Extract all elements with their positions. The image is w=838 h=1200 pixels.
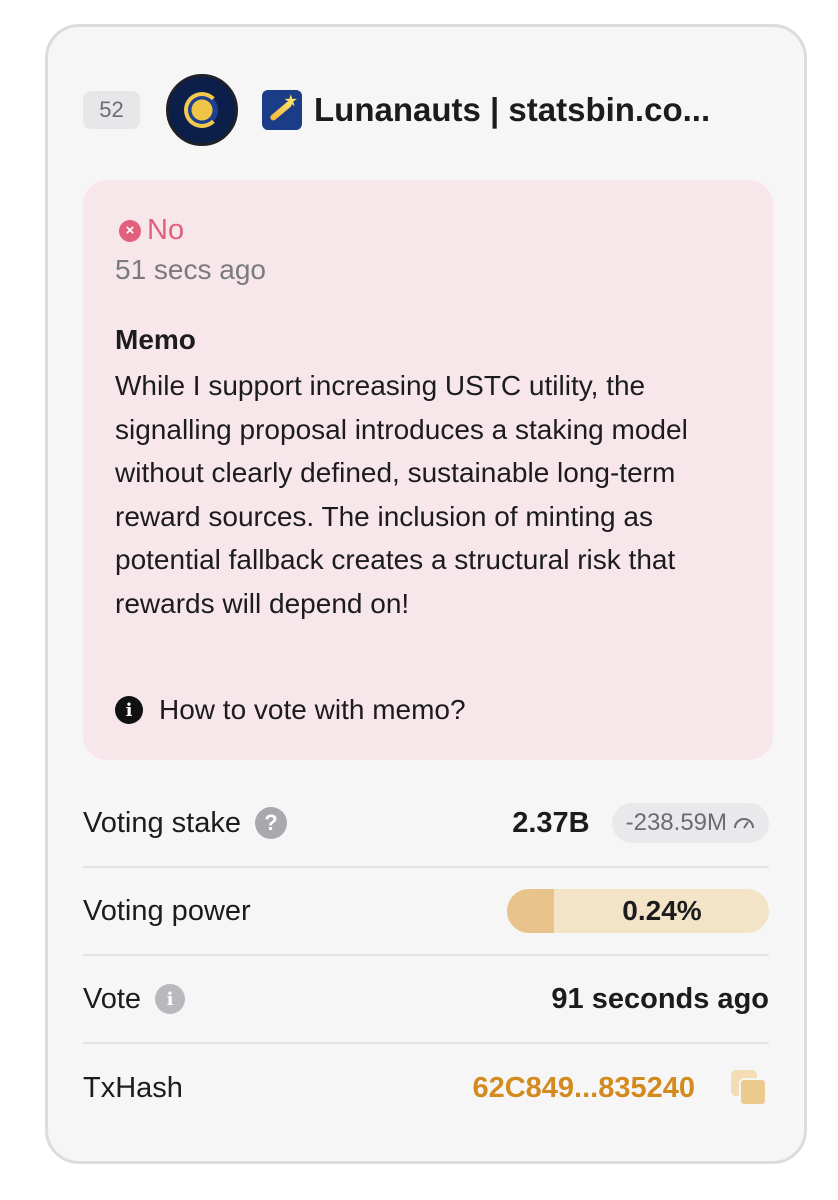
vote-option: × No: [119, 214, 184, 247]
vote-label: Vote: [83, 982, 142, 1015]
question-icon[interactable]: ?: [255, 807, 287, 839]
memo-help-link[interactable]: i How to vote with memo?: [115, 694, 466, 726]
vote-memo-box: × No 51 secs ago Memo While I support in…: [83, 180, 773, 760]
memo-title: Memo: [115, 324, 196, 355]
stake-delta-badge[interactable]: -238.59M: [611, 803, 769, 843]
copy-icon[interactable]: [729, 1068, 769, 1108]
voting-stake-label: Voting stake: [83, 806, 241, 839]
voting-power-bar: 0.24%: [507, 889, 769, 933]
vote-time-value: 91 seconds ago: [551, 982, 769, 1015]
vote-time-row: Vote i 91 seconds ago: [83, 956, 769, 1044]
validator-header: 52 ★ Lunanauts | statsbin.co...: [83, 73, 774, 147]
voting-stake-row: Voting stake ? 2.37B -238.59M: [83, 780, 769, 868]
txhash-label: TxHash: [83, 1071, 183, 1104]
txhash-row: TxHash 62C849...835240: [83, 1044, 769, 1132]
comet-emoji-icon: ★: [262, 90, 302, 130]
vote-card: 52 ★ Lunanauts | statsbin.co... × No 51 …: [45, 24, 807, 1164]
validator-name-link[interactable]: Lunanauts | statsbin.co...: [314, 91, 710, 129]
x-circle-icon: ×: [119, 219, 141, 242]
vote-time-ago: 51 secs ago: [115, 254, 266, 285]
voting-power-value: 0.24%: [622, 895, 702, 926]
validator-avatar[interactable]: [166, 74, 238, 146]
voting-power-row: Voting power 0.24%: [83, 868, 769, 956]
txhash-link[interactable]: 62C849...835240: [472, 1072, 695, 1105]
voting-stake-value: 2.37B: [512, 806, 590, 839]
gauge-icon: [734, 818, 754, 829]
info-icon: i: [115, 696, 143, 724]
memo-help-label: How to vote with memo?: [159, 694, 466, 725]
stake-delta-value: -238.59M: [625, 809, 727, 836]
vote-option-label: No: [147, 214, 185, 246]
memo-text: While I support increasing USTC utility,…: [115, 370, 688, 619]
validator-rank-badge: 52: [83, 91, 140, 129]
info-icon[interactable]: i: [155, 984, 186, 1014]
voting-power-fill: [507, 889, 555, 933]
voting-power-label: Voting power: [83, 894, 251, 927]
